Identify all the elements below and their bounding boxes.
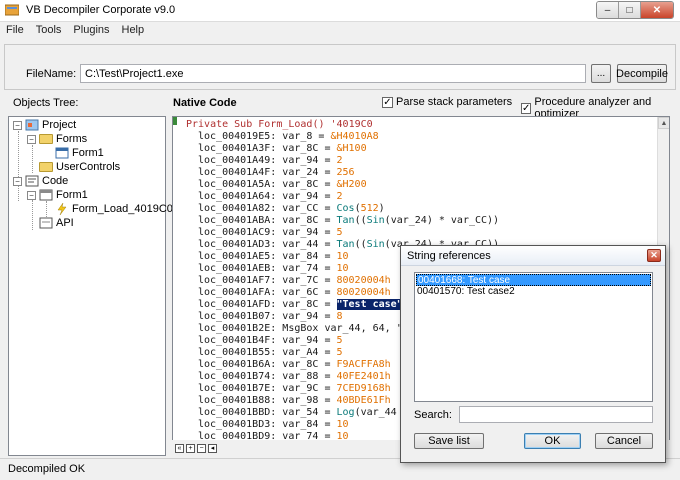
minimize-button[interactable]: –: [597, 2, 619, 18]
decompile-button[interactable]: Decompile: [616, 64, 668, 83]
nav-first-icon[interactable]: «: [175, 443, 184, 453]
native-code-label: Native Code: [173, 97, 237, 109]
nav-remove-icon[interactable]: −: [197, 443, 206, 453]
project-icon: [25, 119, 39, 131]
code-line: loc_00401AFA: var_6C = 80020004h: [198, 287, 391, 298]
collapse-icon[interactable]: −: [13, 176, 22, 186]
lightning-icon: [55, 202, 69, 216]
code-line: loc_004019E5: var_8 = &H4010A8: [198, 131, 379, 142]
tree-node-label: UserControls: [56, 161, 121, 173]
parse-stack-label: Parse stack parameters: [396, 96, 513, 108]
maximize-button[interactable]: □: [619, 2, 641, 18]
scroll-up-icon[interactable]: ▲: [658, 117, 669, 129]
cancel-button[interactable]: Cancel: [595, 433, 653, 449]
tree-node-label: API: [56, 217, 74, 229]
string-list[interactable]: 00401668: Test case 00401570: Test case2: [414, 272, 653, 402]
highlighted-string: "Test case": [336, 299, 403, 310]
collapse-icon[interactable]: −: [27, 190, 36, 200]
code-line: loc_00401BD3: var_84 = 10: [198, 419, 349, 430]
tree-node-form1[interactable]: Form1: [55, 147, 104, 159]
objects-tree-label: Objects Tree:: [13, 97, 79, 109]
list-item[interactable]: 00401570: Test case2: [416, 286, 651, 298]
form-icon: [55, 147, 69, 159]
tree-node-usercontrols[interactable]: UserControls: [39, 161, 120, 173]
filename-label: FileName:: [26, 68, 77, 80]
tree-node-code-form1[interactable]: − Form1: [27, 189, 88, 201]
scroll-left-icon[interactable]: ◂: [208, 443, 217, 453]
parse-stack-checkbox[interactable]: ✓ Parse stack parameters: [382, 96, 512, 108]
tree-node-code[interactable]: − Code: [13, 175, 68, 187]
tree-node-project[interactable]: − Project: [13, 119, 76, 131]
search-label: Search:: [414, 409, 452, 421]
window-controls: – □ ✕: [596, 1, 674, 19]
tree-node-form-load[interactable]: Form_Load_4019C0: [55, 202, 173, 216]
code-line: loc_00401B88: var_98 = 40BDE61Fh: [198, 395, 391, 406]
dialog-close-icon[interactable]: ✕: [647, 249, 661, 262]
code-line: loc_00401B55: var_A4 = 5: [198, 347, 343, 358]
filename-input[interactable]: C:\Test\Project1.exe: [80, 64, 586, 83]
window-title: VB Decompiler Corporate v9.0: [26, 4, 176, 16]
menu-plugins[interactable]: Plugins: [67, 22, 115, 40]
tree-node-label: Form1: [56, 189, 88, 201]
code-line: loc_00401A64: var_94 = 2: [198, 191, 343, 202]
api-icon: [39, 217, 53, 229]
file-panel: FileName: C:\Test\Project1.exe ... Decom…: [4, 44, 676, 90]
code-line: loc_00401B7E: var_9C = 7CED9168h: [198, 383, 391, 394]
code-line: loc_00401A4F: var_24 = 256: [198, 167, 355, 178]
dialog-title: String references: [407, 250, 491, 262]
code-line: loc_00401AEB: var_74 = 10: [198, 263, 349, 274]
collapse-icon[interactable]: −: [13, 120, 22, 130]
folder-icon: [39, 162, 53, 172]
tree-node-forms[interactable]: − Forms: [27, 133, 87, 145]
objects-tree: − Project − Forms Form1 UserControls − C…: [8, 116, 173, 456]
code-line: loc_00401AC9: var_94 = 5: [198, 227, 343, 238]
folder-icon: [39, 134, 53, 144]
code-icon: [25, 175, 39, 187]
save-list-button[interactable]: Save list: [414, 433, 484, 449]
code-line: loc_00401B74: var_88 = 40FE2401h: [198, 371, 391, 382]
tree-node-label: Form1: [72, 147, 104, 159]
code-line: loc_00401A49: var_94 = 2: [198, 155, 343, 166]
checkbox-checked-icon[interactable]: ✓: [382, 96, 393, 108]
search-input[interactable]: [459, 406, 653, 423]
code-line: loc_00401AE5: var_84 = 10: [198, 251, 349, 262]
tree-node-label: Project: [42, 119, 77, 131]
tree-node-label: Forms: [56, 133, 88, 145]
collapse-icon[interactable]: −: [27, 134, 36, 144]
code-line: loc_00401AFD: var_8C = "Test case": [198, 299, 403, 310]
ok-button[interactable]: OK: [524, 433, 581, 449]
tree-node-label: Form_Load_4019C0: [72, 203, 173, 215]
tree-node-label: Code: [42, 175, 69, 187]
code-line: loc_00401B4F: var_94 = 5: [198, 335, 343, 346]
nav-add-icon[interactable]: +: [186, 443, 195, 453]
code-line: loc_00401A5A: var_8C = &H200: [198, 179, 367, 190]
menu-tools[interactable]: Tools: [30, 22, 68, 40]
string-references-dialog: String references ✕ 00401668: Test case …: [400, 245, 666, 463]
dialog-title-bar: String references ✕: [401, 246, 665, 266]
code-line: loc_00401A3F: var_8C = &H100: [198, 143, 367, 154]
form-icon: [39, 189, 53, 201]
menu-bar: File Tools Plugins Help: [0, 22, 680, 40]
code-line: loc_00401BBD: var_54 = Log(var_44 /: [198, 407, 415, 418]
code-line: loc_00401A82: var_CC = Cos(512): [198, 203, 385, 214]
list-item[interactable]: 00401668: Test case: [416, 274, 651, 286]
title-bar: VB Decompiler Corporate v9.0 – □ ✕: [0, 0, 680, 22]
gutter-marker: [173, 117, 177, 125]
browse-button[interactable]: ...: [591, 64, 611, 83]
code-line: loc_00401B2E: MsgBox var_44, 64, "Te: [198, 323, 415, 334]
menu-file[interactable]: File: [0, 22, 30, 40]
code-line: loc_00401AF7: var_7C = 80020004h: [198, 275, 391, 286]
checkbox-checked-icon[interactable]: ✓: [521, 102, 532, 114]
tree-node-api[interactable]: API: [39, 217, 74, 229]
code-line: loc_00401ABA: var_8C = Tan((Sin(var_24) …: [198, 215, 500, 226]
app-icon: [4, 4, 20, 16]
close-button[interactable]: ✕: [641, 2, 673, 18]
code-header: Private Sub Form_Load() '4019C0: [186, 119, 373, 130]
code-line: loc_00401B6A: var_8C = F9ACFFA8h: [198, 359, 391, 370]
code-line: loc_00401B07: var_94 = 8: [198, 311, 343, 322]
menu-help[interactable]: Help: [116, 22, 151, 40]
